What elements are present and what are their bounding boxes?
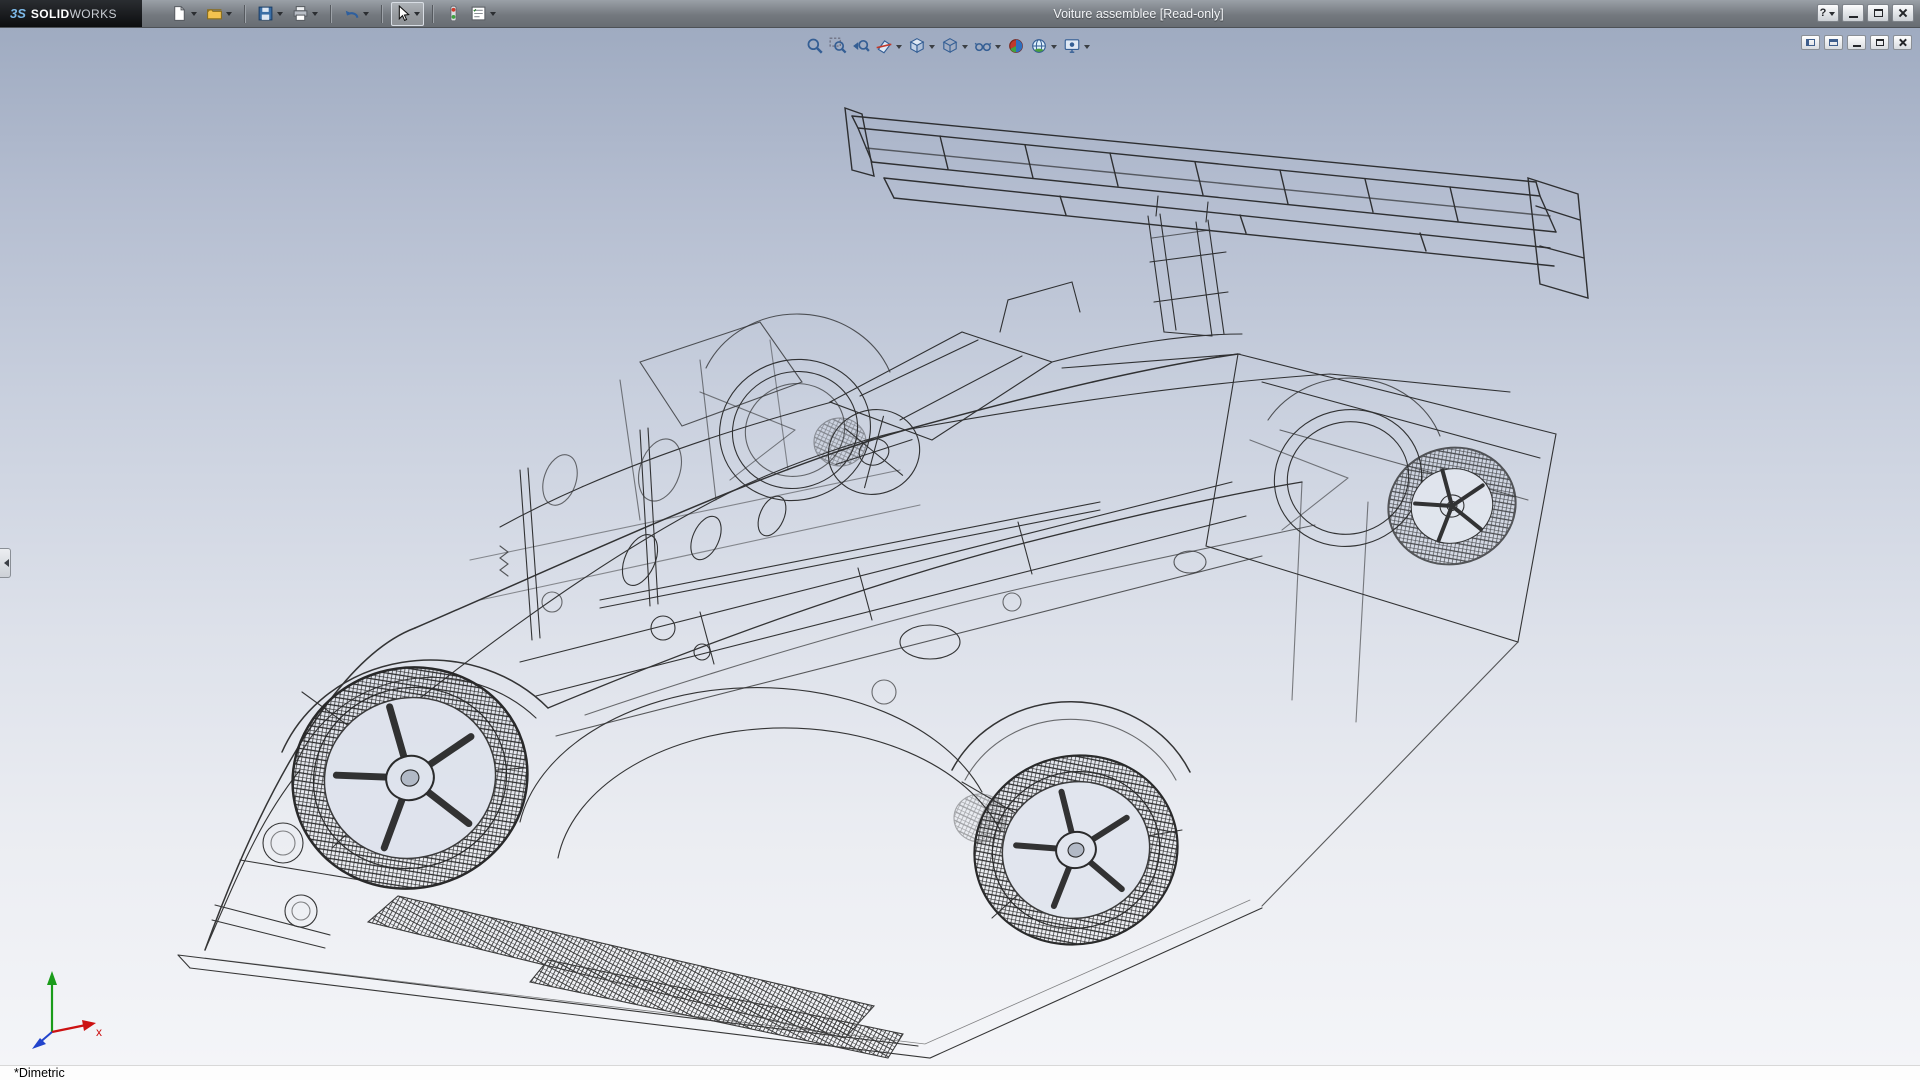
new-document-button[interactable]	[168, 2, 201, 26]
new-document-icon	[171, 5, 188, 22]
view-settings-button[interactable]	[1061, 35, 1093, 57]
options-dropdown-arrow[interactable]	[490, 12, 496, 19]
rebuild-traffic-light-icon	[445, 5, 462, 22]
doc-close-button[interactable]	[1893, 35, 1912, 50]
view-settings-dropdown-arrow[interactable]	[1084, 45, 1090, 52]
minimize-icon	[1849, 16, 1858, 18]
display-style-icon	[941, 37, 959, 55]
zoom-to-fit-icon	[806, 37, 824, 55]
zoom-to-fit-button[interactable]	[804, 35, 826, 57]
brand-bold: SOLID	[31, 7, 70, 21]
solidworks-window: 3S SOLIDWORKS	[0, 0, 1920, 1080]
open-folder-icon	[206, 5, 223, 22]
doc-minimize-button[interactable]	[1847, 35, 1866, 50]
apply-scene-dropdown-arrow[interactable]	[1051, 45, 1057, 52]
doc-maximize-icon	[1876, 39, 1884, 46]
solidworks-logo: 3S SOLIDWORKS	[0, 0, 142, 27]
new-document-dropdown-arrow[interactable]	[191, 12, 197, 19]
zoom-to-area-button[interactable]	[827, 35, 849, 57]
document-window-controls	[1801, 35, 1912, 50]
save-button[interactable]	[254, 2, 287, 26]
maximize-icon	[1874, 9, 1883, 17]
view-orientation-dropdown-arrow[interactable]	[929, 45, 935, 52]
view-orientation-label: *Dimetric	[14, 1066, 65, 1080]
open-button[interactable]	[203, 2, 236, 26]
bottom-strip: *Dimetric	[0, 1065, 1920, 1080]
toolbar-separator	[244, 5, 246, 23]
window-title: Voiture assemblee [Read-only]	[1053, 7, 1223, 21]
previous-view-icon	[852, 37, 870, 55]
section-view-button[interactable]	[873, 35, 905, 57]
view-orientation-icon	[908, 37, 926, 55]
hide-show-items-glasses-icon	[974, 37, 992, 55]
doc-previous-window-button[interactable]	[1801, 35, 1820, 50]
toolbar-separator	[432, 5, 434, 23]
doc-maximize-button[interactable]	[1870, 35, 1889, 50]
help-dropdown-arrow[interactable]	[1829, 12, 1835, 19]
rebuild-button[interactable]	[442, 2, 465, 26]
print-button[interactable]	[289, 2, 322, 26]
doc-minimize-icon	[1853, 45, 1861, 47]
hide-show-items-button[interactable]	[972, 35, 1004, 57]
brand-text: SOLIDWORKS	[31, 7, 117, 21]
doc-close-icon	[1898, 38, 1907, 47]
zoom-to-area-icon	[829, 37, 847, 55]
view-orientation-button[interactable]	[906, 35, 938, 57]
select-cursor-icon	[394, 5, 411, 22]
edit-appearance-ball-icon	[1007, 37, 1025, 55]
apply-scene-globe-icon	[1030, 37, 1048, 55]
toolbar-separator	[381, 5, 383, 23]
toolbar-separator	[330, 5, 332, 23]
brand-light: WORKS	[70, 7, 117, 21]
wireframe-car-model	[0, 28, 1920, 1066]
triad-x-label: x	[96, 1025, 102, 1039]
minimize-button[interactable]	[1842, 4, 1864, 22]
print-icon	[292, 5, 309, 22]
headsup-view-toolbar	[800, 34, 1097, 58]
previous-view-button[interactable]	[850, 35, 872, 57]
undo-dropdown-arrow[interactable]	[363, 12, 369, 19]
save-icon	[257, 5, 274, 22]
display-style-dropdown-arrow[interactable]	[962, 45, 968, 52]
undo-icon	[343, 5, 360, 22]
maximize-button[interactable]	[1867, 4, 1889, 22]
select-dropdown-arrow[interactable]	[414, 12, 420, 19]
save-dropdown-arrow[interactable]	[277, 12, 283, 19]
display-style-button[interactable]	[939, 35, 971, 57]
doc-previous-window-icon	[1806, 39, 1815, 46]
titlebar: 3S SOLIDWORKS	[0, 0, 1920, 28]
print-dropdown-arrow[interactable]	[312, 12, 318, 19]
undo-button[interactable]	[340, 2, 373, 26]
doc-next-window-button[interactable]	[1824, 35, 1843, 50]
options-button[interactable]	[467, 2, 500, 26]
view-settings-icon	[1063, 37, 1081, 55]
options-sheet-icon	[470, 5, 487, 22]
apply-scene-button[interactable]	[1028, 35, 1060, 57]
section-view-dropdown-arrow[interactable]	[896, 45, 902, 52]
flyout-arrow-icon	[0, 559, 9, 567]
select-button[interactable]	[391, 2, 424, 26]
open-dropdown-arrow[interactable]	[226, 12, 232, 19]
hide-show-items-dropdown-arrow[interactable]	[995, 45, 1001, 52]
window-controls: ?	[1817, 4, 1914, 22]
ds-logo-icon: 3S	[10, 6, 26, 21]
main-toolbar	[168, 2, 500, 26]
orientation-triad: x	[16, 966, 106, 1052]
help-icon: ?	[1820, 7, 1827, 19]
help-button[interactable]: ?	[1817, 4, 1839, 22]
close-icon	[1898, 8, 1908, 18]
doc-next-window-icon	[1829, 39, 1838, 46]
graphics-area[interactable]: x	[0, 28, 1920, 1066]
close-button[interactable]	[1892, 4, 1914, 22]
edit-appearance-button[interactable]	[1005, 35, 1027, 57]
featuremanager-flyout-tab[interactable]	[0, 548, 11, 578]
section-view-icon	[875, 37, 893, 55]
